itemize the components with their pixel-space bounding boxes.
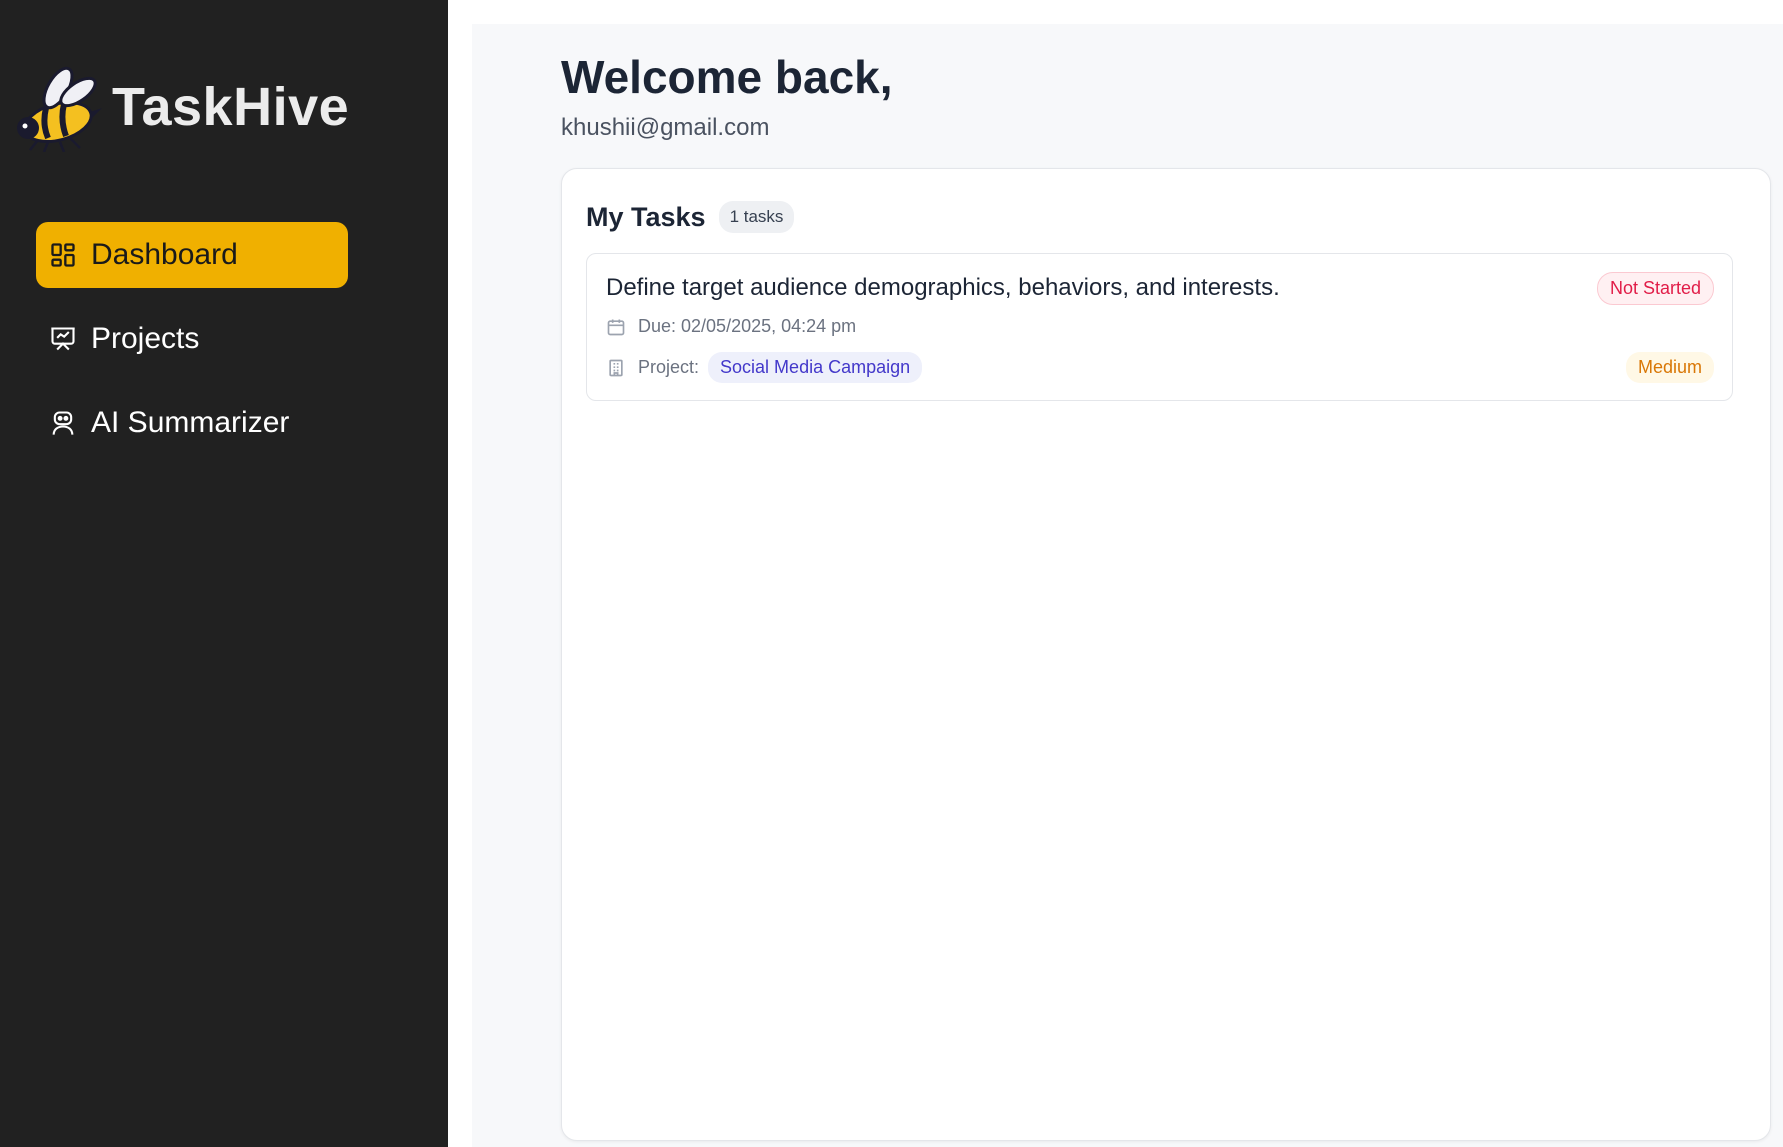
robot-icon <box>52 411 74 435</box>
status-badge: Not Started <box>1596 272 1714 305</box>
sidebar-item-label: Projects <box>91 322 200 355</box>
due-date: Due: 02/05/2025, 04:24 pm <box>638 316 857 336</box>
sidebar-item-ai-summarizer[interactable]: AI Summarizer <box>36 390 348 456</box>
my-tasks-card: My Tasks 1 tasks Define target audience … <box>561 168 1771 1141</box>
sidebar-item-label: Dashboard <box>91 238 238 271</box>
bee-icon <box>17 66 102 152</box>
presentation-chart-icon <box>51 327 75 351</box>
welcome-heading: Welcome back, <box>561 51 893 103</box>
due-date-row: Due: 02/05/2025, 04:24 pm <box>606 316 856 337</box>
calendar-icon <box>607 319 625 335</box>
project-tag[interactable]: Social Media Campaign <box>708 352 923 383</box>
card-title: My Tasks <box>586 201 706 232</box>
app-logo[interactable]: TaskHive <box>8 62 349 152</box>
card-header: My Tasks 1 tasks <box>586 201 795 233</box>
user-email: khushii@gmail.com <box>561 114 770 141</box>
sidebar-item-label: AI Summarizer <box>91 406 290 439</box>
sidebar-nav: Dashboard Projects AI Summarizer <box>36 222 348 474</box>
project-row: Project: Social Media Campaign <box>606 352 923 383</box>
sidebar-item-projects[interactable]: Projects <box>36 306 348 372</box>
sidebar: TaskHive Dashboard Projects AI Summarize… <box>0 0 448 1147</box>
task-count-badge: 1 tasks <box>718 201 795 233</box>
building-icon <box>609 359 623 376</box>
priority-badge: Medium <box>1625 352 1714 383</box>
task-title: Define target audience demographics, beh… <box>606 274 1280 301</box>
dashboard-grid-icon <box>51 243 75 267</box>
sidebar-item-dashboard[interactable]: Dashboard <box>36 222 348 288</box>
project-label: Project: <box>638 357 700 377</box>
app-name: TaskHive <box>112 77 350 137</box>
task-item[interactable]: Define target audience demographics, beh… <box>586 253 1733 401</box>
main-content: Welcome back, khushii@gmail.com My Tasks… <box>472 24 1783 1147</box>
